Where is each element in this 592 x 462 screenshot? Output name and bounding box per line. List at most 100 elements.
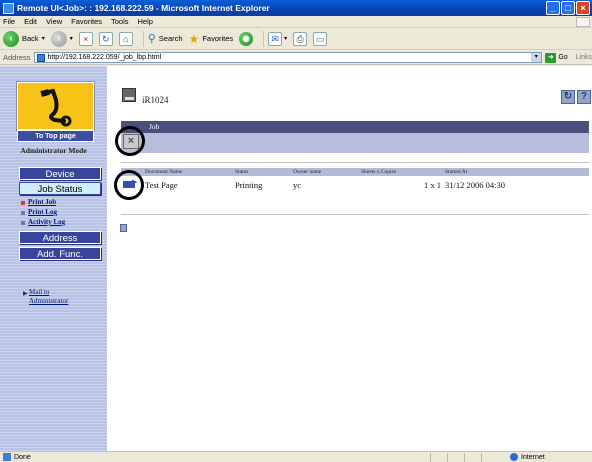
favorites-label: Favorites xyxy=(202,34,234,43)
mail-arrow-icon: ▶ xyxy=(23,291,28,297)
page-done-icon xyxy=(3,453,11,461)
toolbar-divider xyxy=(263,30,265,47)
window-title-bar: Remote UI<Job>: : 192.168.222.59 - Micro… xyxy=(0,0,592,16)
cell-owner: yc xyxy=(293,179,302,190)
status-dividers xyxy=(430,453,498,462)
page-viewport: To Top page Administrator Mode Device Jo… xyxy=(0,66,592,451)
mail-button[interactable]: ✉ ▾ xyxy=(268,31,287,46)
back-dropdown-icon[interactable]: ▾ xyxy=(42,35,45,42)
favorites-button[interactable]: ★ Favorites xyxy=(189,32,234,46)
back-button[interactable]: ‹ Back ▾ xyxy=(3,30,45,47)
activity-log-bullet-icon xyxy=(21,221,25,225)
browser-toolbar: ‹ Back ▾ › ▾ × ↻ ⌂ ⚲ Search ★ Favorites … xyxy=(0,28,592,50)
edit-page-button[interactable]: ▭ xyxy=(313,31,328,46)
go-button[interactable]: ➜ Go xyxy=(545,52,568,63)
column-header-sheets-copies: Sheets x Copies xyxy=(359,168,443,176)
maximize-button[interactable]: □ xyxy=(561,1,575,15)
help-icon[interactable]: ? xyxy=(577,90,591,104)
mail-to-administrator-link[interactable]: Mail to Administrator xyxy=(29,288,68,306)
home-icon: ⌂ xyxy=(118,31,133,46)
job-action-bar xyxy=(121,133,589,153)
forward-button[interactable]: › ▾ xyxy=(50,30,73,47)
column-header-document-name: Document Name xyxy=(143,168,233,176)
address-dropdown-icon[interactable]: ▾ xyxy=(531,53,542,62)
go-label: Go xyxy=(558,54,568,61)
sidebar-link-print-job[interactable]: Print Job xyxy=(28,198,56,206)
administrator-mode-label: Administrator Mode xyxy=(20,146,87,155)
mail-admin-line2: Administrator xyxy=(29,297,69,305)
annotation-circle-delete xyxy=(115,126,145,156)
search-icon: ⚲ xyxy=(147,33,156,45)
favorites-star-icon: ★ xyxy=(188,31,200,46)
section-title: Job xyxy=(149,122,160,131)
go-arrow-icon: ➜ xyxy=(545,52,557,63)
jobs-table: Document Name Status Owner name Sheets x… xyxy=(121,168,589,193)
close-window-button[interactable]: × xyxy=(576,1,590,15)
menu-bar: File Edit View Favorites Tools Help xyxy=(0,16,592,28)
divider xyxy=(121,162,589,163)
to-top-page-button[interactable]: To Top page xyxy=(17,130,94,142)
search-button[interactable]: ⚲ Search xyxy=(148,32,183,45)
sidebar-link-print-log[interactable]: Print Log xyxy=(28,208,57,216)
links-button[interactable]: Links xyxy=(576,54,592,61)
remote-ui-logo-icon xyxy=(40,88,72,127)
mail-icon: ✉ xyxy=(268,31,283,46)
refresh-icon: ↻ xyxy=(98,31,113,46)
forward-dropdown-icon[interactable]: ▾ xyxy=(70,35,73,42)
refresh-page-icon[interactable]: ↻ xyxy=(561,90,575,104)
address-label: Address xyxy=(3,53,31,62)
nav-device-button[interactable]: Device xyxy=(19,167,101,180)
column-header-owner: Owner name xyxy=(291,168,359,176)
menu-edit[interactable]: Edit xyxy=(24,17,37,26)
page-icon xyxy=(36,53,45,62)
print-icon: ⎙ xyxy=(293,31,308,46)
media-icon: ◉ xyxy=(239,31,254,46)
refresh-button[interactable]: ↻ xyxy=(98,31,113,46)
address-bar: Address http://192.168.222.059/_job_lbp.… xyxy=(0,51,592,65)
cell-started-at: 31/12 2006 04:30 xyxy=(445,179,505,190)
windows-logo-icon xyxy=(576,17,590,27)
home-button[interactable]: ⌂ xyxy=(118,31,133,46)
menu-favorites[interactable]: Favorites xyxy=(71,17,102,26)
nav-address-button[interactable]: Address xyxy=(19,231,101,244)
search-label: Search xyxy=(158,34,183,43)
zone-text: Internet xyxy=(521,453,545,461)
menu-view[interactable]: View xyxy=(46,17,62,26)
forward-arrow-icon: › xyxy=(50,30,67,47)
globe-icon xyxy=(510,453,518,461)
mail-dropdown-icon[interactable]: ▾ xyxy=(284,35,287,42)
sidebar-link-activity-log[interactable]: Activity Log xyxy=(28,218,65,226)
media-button[interactable]: ◉ xyxy=(239,31,254,46)
edit-page-icon: ▭ xyxy=(313,31,328,46)
back-arrow-icon: ‹ xyxy=(3,30,19,47)
section-header-job: Job xyxy=(121,121,589,133)
cell-status: Printing xyxy=(235,179,263,190)
table-row[interactable]: Test Page Printing yc 1 x 1 31/12 2006 0… xyxy=(121,176,589,193)
stop-icon: × xyxy=(78,31,93,46)
window-title: Remote UI<Job>: : 192.168.222.59 - Micro… xyxy=(17,3,270,13)
divider xyxy=(121,214,589,215)
printer-icon xyxy=(122,88,136,102)
address-input[interactable]: http://192.168.222.059/_job_lbp.html ▾ xyxy=(33,52,543,63)
back-label: Back xyxy=(22,34,39,43)
print-log-bullet-icon xyxy=(21,211,25,215)
menu-file[interactable]: File xyxy=(3,17,15,26)
status-bar: Done Internet xyxy=(0,451,592,462)
security-zone: Internet xyxy=(510,453,545,461)
nav-job-status-button[interactable]: Job Status xyxy=(19,182,101,195)
print-button[interactable]: ⎙ xyxy=(293,31,308,46)
minimize-button[interactable]: _ xyxy=(546,1,560,15)
main-content: iR1024 ↻ ? Job × Document Name Status Ow… xyxy=(107,66,592,451)
spool-icon[interactable] xyxy=(120,224,127,232)
menu-help[interactable]: Help xyxy=(138,17,153,26)
device-name: iR1024 xyxy=(142,95,169,105)
cell-sheets-copies: 1 x 1 xyxy=(424,179,441,190)
stop-button[interactable]: × xyxy=(78,31,93,46)
top-page-logo[interactable] xyxy=(17,82,94,130)
nav-add-func-button[interactable]: Add. Func. xyxy=(19,247,101,260)
menu-tools[interactable]: Tools xyxy=(111,17,129,26)
status-text: Done xyxy=(14,453,31,461)
print-job-bullet-icon xyxy=(21,201,25,205)
toolbar-divider xyxy=(142,30,144,47)
annotation-circle-job-select xyxy=(114,170,144,200)
